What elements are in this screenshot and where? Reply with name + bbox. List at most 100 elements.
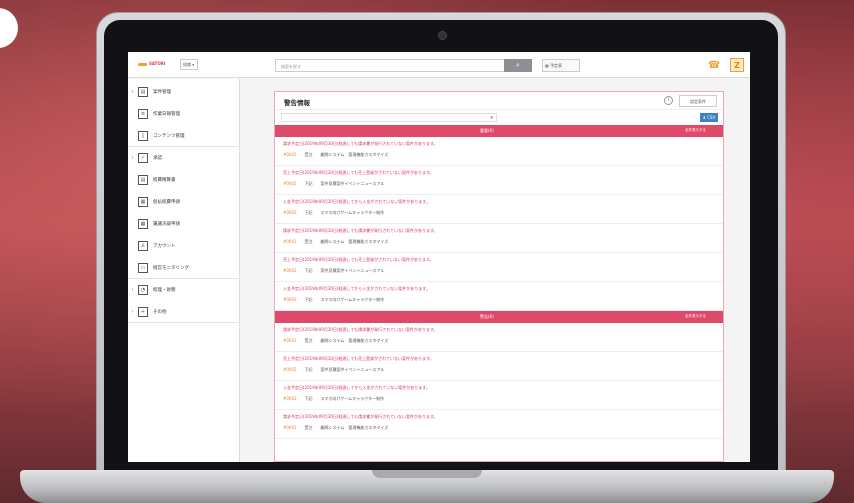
alert-project: 顧問システム 管理機能カスタマイズ [320, 239, 389, 244]
alert-item[interactable]: 請求予定日(2019年09月30日)経過しても請求書が発行されていない案件があり… [275, 323, 723, 352]
search-button[interactable]: ⌕ [504, 59, 532, 72]
sidebar-item-label: 経営モニタリング [153, 265, 189, 271]
phone-icon[interactable]: ☎ [708, 59, 722, 72]
alert-type: 受注 [304, 338, 313, 343]
sidebar-item-label: 経費精算書 [153, 178, 176, 183]
form-icon: ▦ [138, 197, 148, 207]
alert-type: 受注 [304, 239, 313, 244]
show-all-link[interactable]: 全件表示する [685, 128, 706, 133]
alert-message[interactable]: 売上予定日(2019年09月30日)経過しても売上登録がされていない案件がありま… [283, 356, 715, 362]
sidebar-item-label: 稟議決裁申請 [153, 222, 180, 227]
filter-bar: ▾ ⬇ CSV [275, 111, 723, 124]
schedule-label: 予定表 [550, 63, 563, 68]
alerts-panel: 警告情報 i 設定条件 ▾ ⬇ CSV 重要(6) 全件表示する 請求予定日(201… [274, 91, 724, 462]
sidebar-item[interactable]: ▭ 経営モニタリング [128, 257, 240, 279]
alert-code: #0001 [283, 338, 297, 343]
sidebar-item[interactable]: ▤ 経費精算書 [128, 169, 240, 191]
alert-type: 下記 [304, 181, 313, 186]
user-avatar[interactable]: Z [730, 58, 744, 72]
alert-meta: #0001 受注 顧問システム 管理機能カスタマイズ [283, 152, 715, 158]
alert-type: 受注 [304, 425, 313, 430]
alert-project: スマホ向けゲームキャラクター制作 [320, 297, 385, 302]
alert-code: #0001 [283, 152, 297, 157]
alert-item[interactable]: 請求予定日(2019年09月30日)経過しても請求書が発行されていない案件があり… [275, 137, 723, 166]
alert-item[interactable]: 売上予定日(2019年09月30日)経過しても売上登録がされていない案件がありま… [275, 166, 723, 195]
alert-meta: #0002 下記 案件見積案件イベントニュースアル [283, 367, 715, 373]
sidebar-item[interactable]: ▦ 仮払経費申請 [128, 191, 240, 213]
alert-code: #0003 [283, 297, 297, 302]
show-all-link[interactable]: 全件表示する [685, 314, 706, 319]
settings-button[interactable]: 設定条件 [679, 95, 717, 107]
csv-download-button[interactable]: ⬇ CSV [700, 113, 718, 122]
camera-icon [438, 31, 447, 40]
search-input[interactable]: 検索を探す [275, 59, 505, 72]
info-icon[interactable]: i [664, 96, 673, 105]
sidebar-item[interactable]: ▯ コンテンツ管理 [128, 125, 240, 147]
form-icon: ▦ [138, 219, 148, 229]
alert-meta: #0001 受注 顧問システム 管理機能カスタマイズ [283, 425, 715, 431]
chevron-right-icon: › [131, 89, 134, 95]
alert-code: #0002 [283, 268, 297, 273]
alert-type: 受注 [304, 152, 313, 157]
alert-message[interactable]: 売上予定日(2019年09月30日)経過しても売上登録がされていない案件がありま… [283, 170, 715, 176]
app-screen: SATORI 組織 ▾ 検索を探す ⌕ ▦ 予定表 ☎ Z › ▤ 案件管理 ≡ 作業日… [128, 52, 750, 462]
top-bar: SATORI 組織 ▾ 検索を探す ⌕ ▦ 予定表 ☎ Z [128, 52, 750, 78]
alert-project: スマホ向けゲームキャラクター制作 [320, 210, 385, 215]
person-icon: ♙ [138, 241, 148, 251]
chevron-right-icon: › [131, 155, 134, 161]
sidebar-item[interactable]: ♙ アカウント [128, 235, 240, 257]
alert-project: 顧問システム 管理機能カスタマイズ [320, 425, 389, 430]
sidebar-item[interactable]: › + その他 [128, 301, 240, 323]
alert-item[interactable]: 入金予定日(2019年09月30日)経過してから入金がされていない案件があります… [275, 282, 723, 311]
alert-message[interactable]: 入金予定日(2019年09月30日)経過してから入金がされていない案件があります… [283, 199, 715, 205]
alert-code: #0003 [283, 210, 297, 215]
search-icon: ⌕ [516, 61, 520, 69]
alert-type: 下記 [304, 367, 313, 372]
filter-select[interactable]: ▾ [281, 113, 497, 122]
alert-project: スマホ向けゲームキャラクター制作 [320, 396, 385, 401]
logo-mark-icon [138, 62, 147, 66]
alert-item[interactable]: 入金予定日(2019年09月30日)経過してから入金がされていない案件があります… [275, 195, 723, 224]
sidebar-item-label: その他 [153, 309, 167, 315]
section-header: 警告(6) 全件表示する [275, 311, 723, 323]
alert-message[interactable]: 入金予定日(2019年09月30日)経過してから入金がされていない案件があります… [283, 286, 715, 292]
alert-meta: #0001 受注 顧問システム 管理機能カスタマイズ [283, 239, 715, 245]
section-title: 警告(6) [480, 314, 494, 319]
app-logo[interactable]: SATORI [138, 61, 165, 66]
panel-header: 警告情報 i 設定条件 [275, 92, 723, 110]
sidebar-item[interactable]: ▦ 稟議決裁申請 [128, 213, 240, 235]
alert-item[interactable]: 入金予定日(2019年09月30日)経過してから入金がされていない案件があります… [275, 381, 723, 410]
alert-meta: #0001 受注 顧問システム 管理機能カスタマイズ [283, 338, 715, 344]
alert-message[interactable]: 請求予定日(2019年09月30日)経過しても請求書が発行されていない案件があり… [283, 414, 715, 420]
sidebar-item[interactable]: ≡ 作業日報管理 [128, 103, 240, 125]
alert-message[interactable]: 請求予定日(2019年09月30日)経過しても請求書が発行されていない案件があり… [283, 141, 715, 147]
sidebar-item[interactable]: › ✓ 承認 [128, 147, 240, 169]
alert-type: 下記 [304, 297, 313, 302]
sidebar-item-label: コンテンツ管理 [153, 133, 185, 139]
sidebar-item[interactable]: › ◔ 経理・財務 [128, 279, 240, 301]
alert-code: #0002 [283, 367, 297, 372]
alert-type: 下記 [304, 210, 313, 215]
alert-item[interactable]: 請求予定日(2019年09月30日)経過しても請求書が発行されていない案件があり… [275, 410, 723, 439]
alert-meta: #0003 下記 スマホ向けゲームキャラクター制作 [283, 396, 715, 402]
org-select[interactable]: 組織 ▾ [180, 59, 198, 70]
alert-code: #0002 [283, 181, 297, 186]
schedule-button[interactable]: ▦ 予定表 [542, 59, 580, 72]
sidebar-item-label: アカウント [153, 244, 176, 249]
alert-message[interactable]: 請求予定日(2019年09月30日)経過しても請求書が発行されていない案件があり… [283, 228, 715, 234]
alert-meta: #0002 下記 案件見積案件イベントニュースアル [283, 268, 715, 274]
sidebar-item-label: 作業日報管理 [153, 112, 180, 117]
phone-icon: ▯ [138, 130, 148, 141]
alert-item[interactable]: 売上予定日(2019年09月30日)経過しても売上登録がされていない案件がありま… [275, 253, 723, 282]
sidebar-item[interactable]: › ▤ 案件管理 [128, 81, 240, 103]
plus-icon: + [138, 306, 148, 317]
alert-message[interactable]: 請求予定日(2019年09月30日)経過しても請求書が発行されていない案件があり… [283, 327, 715, 333]
sidebar-item-label: 仮払経費申請 [153, 200, 180, 205]
sidebar-item-label: 承認 [153, 156, 162, 161]
alert-project: 案件見積案件イベントニュースアル [320, 268, 385, 273]
alert-message[interactable]: 売上予定日(2019年09月30日)経過しても売上登録がされていない案件がありま… [283, 257, 715, 263]
alert-message[interactable]: 入金予定日(2019年09月30日)経過してから入金がされていない案件があります… [283, 385, 715, 391]
panel-title: 警告情報 [284, 99, 310, 107]
alert-item[interactable]: 売上予定日(2019年09月30日)経過しても売上登録がされていない案件がありま… [275, 352, 723, 381]
alert-item[interactable]: 請求予定日(2019年09月30日)経過しても請求書が発行されていない案件があり… [275, 224, 723, 253]
